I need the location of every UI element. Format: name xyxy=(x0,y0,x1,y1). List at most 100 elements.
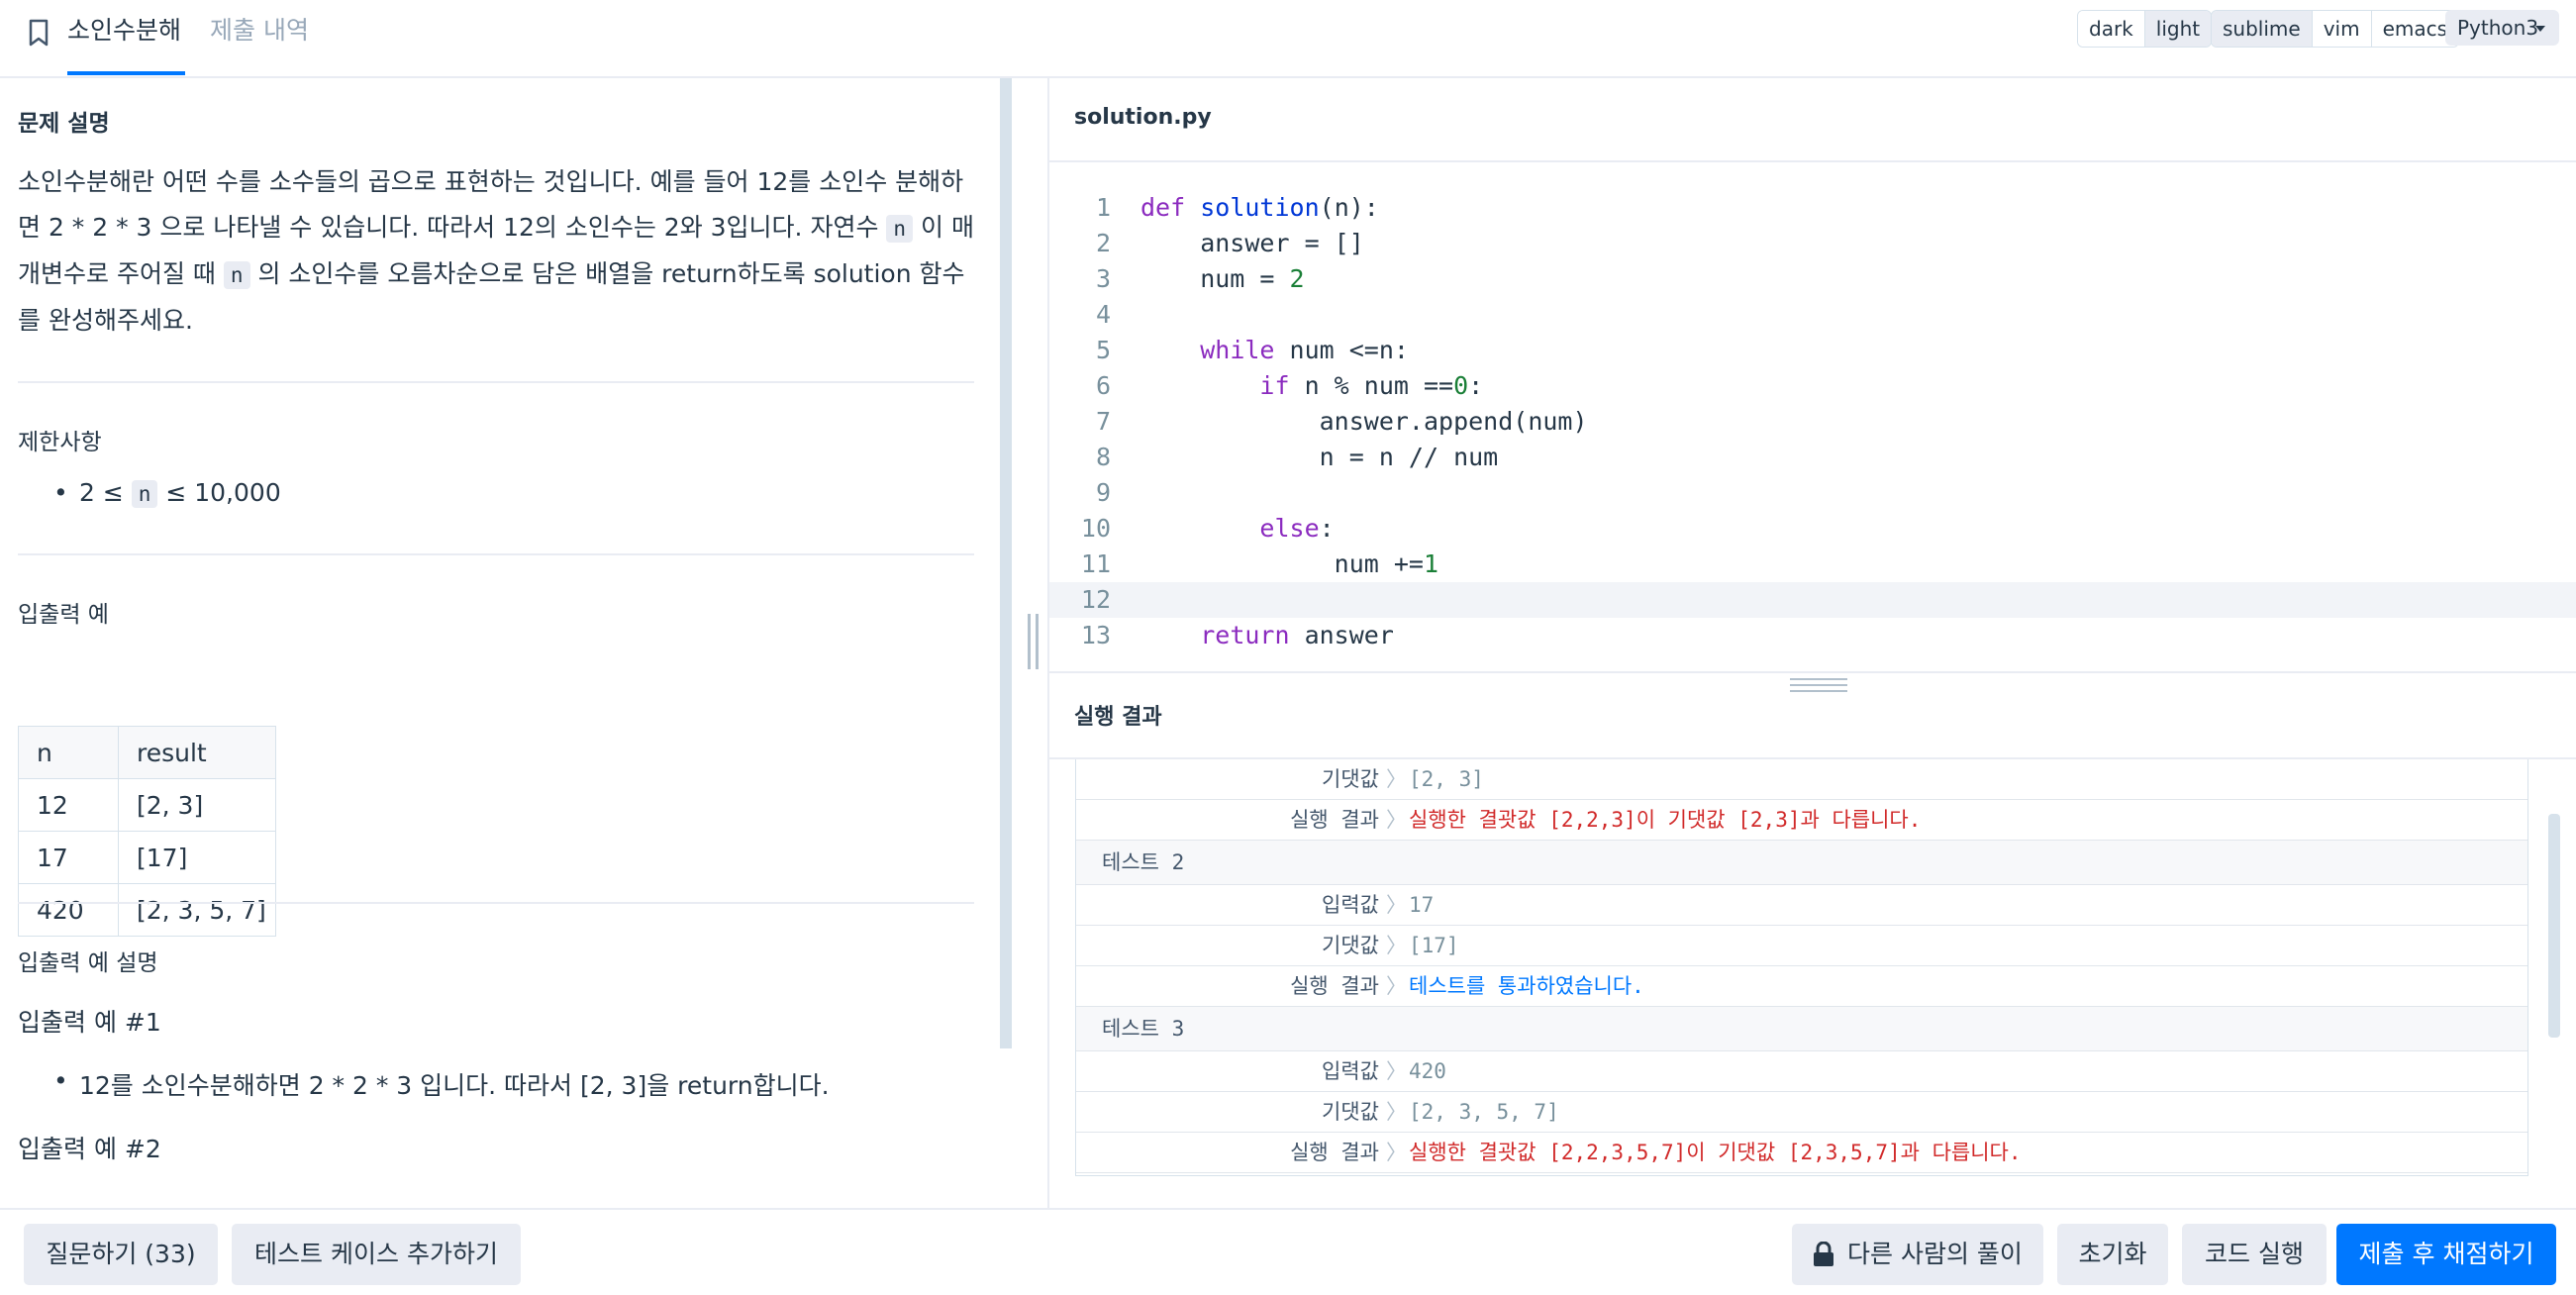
run-code-button[interactable]: 코드 실행 xyxy=(2182,1224,2327,1285)
description-text: 면 2 * 2 * 3 으로 나타낼 수 있습니다. 따라서 12의 소인수는 … xyxy=(18,213,887,242)
editor-result-divider xyxy=(1049,671,2576,673)
example1-heading: 입출력 예 #1 xyxy=(18,1008,161,1037)
code-line-11: num +=1 xyxy=(1140,549,1439,578)
description-line: 를 완성해주세요. xyxy=(18,306,193,335)
io-example-table: n result 12 [2, 3] 17 [17] 420 [2, 3, 5,… xyxy=(18,726,276,937)
table-cell: 12 xyxy=(18,778,119,832)
table-header-row: n result xyxy=(18,726,276,779)
code-line: 8 n = n // num xyxy=(1049,440,2576,475)
result-label: 기댓값 xyxy=(1322,934,1379,957)
result-label: 실행 결과 xyxy=(1290,974,1379,998)
code-line: 9 xyxy=(1095,478,1111,507)
table-header-cell: result xyxy=(118,726,276,779)
code-line-5: while num <=n: xyxy=(1200,336,1409,364)
result-label: 입력값 xyxy=(1322,1059,1379,1083)
code-line: 6 if n % num ==0: xyxy=(1049,368,2576,404)
description-text: 개변수로 주어질 때 xyxy=(18,259,224,288)
others-solution-label: 다른 사람의 풀이 xyxy=(1847,1240,2023,1268)
others-solution-button[interactable]: 다른 사람의 풀이 xyxy=(1792,1224,2043,1285)
description-line: 소인수분해란 어떤 수를 소수들의 곱으로 표현하는 것입니다. 예를 들어 1… xyxy=(18,167,964,196)
section-divider xyxy=(18,902,974,904)
description-text: 의 소인수를 오름차순으로 담은 배열을 return하도록 solution … xyxy=(249,259,965,288)
code-line-3: num = 2 xyxy=(1140,264,1305,293)
lock-icon xyxy=(1814,1242,1833,1266)
table-cell: [17] xyxy=(118,831,276,884)
tab-problem[interactable]: 소인수분해 xyxy=(67,14,185,75)
vertical-resize-handle[interactable] xyxy=(1026,614,1041,669)
code-line-6: if n % num ==0: xyxy=(1259,371,1484,400)
result-value: [2, 3] xyxy=(1409,767,1484,791)
code-line-13: return answer xyxy=(1200,621,1394,649)
code-line: 10 else: xyxy=(1049,511,2576,547)
add-testcase-button[interactable]: 테스트 케이스 추가하기 xyxy=(232,1224,521,1285)
problem-description: 소인수분해란 어떤 수를 소수들의 곱으로 표현하는 것입니다. 예를 들어 1… xyxy=(18,159,988,344)
horizontal-resize-handle[interactable] xyxy=(1790,676,1847,694)
code-line-7: answer.append(num) xyxy=(1140,407,1588,436)
chevron-right-icon: 〉 xyxy=(1386,767,1407,791)
theme-light-button[interactable]: light xyxy=(2144,11,2212,47)
inline-code-n: n xyxy=(223,261,250,289)
language-label: Python3 xyxy=(2457,16,2539,40)
result-value: 17 xyxy=(1409,893,1435,917)
code-line: 4 xyxy=(1095,300,1111,329)
table-cell: 420 xyxy=(18,883,119,937)
problem-scrollbar[interactable] xyxy=(1000,78,1012,1048)
constraint-text: ≤ 10,000 xyxy=(157,478,281,507)
inline-code-n: n xyxy=(131,480,158,508)
theme-toggle: dark light xyxy=(2077,10,2213,48)
test-case-header: 테스트 2 xyxy=(1076,841,2527,885)
example1-bullet: 12를 소인수분해하면 2 * 2 * 3 입니다. 따라서 [2, 3]을 r… xyxy=(53,1066,830,1102)
result-value-fail: 실행한 결괏값 [2,2,3]이 기댓값 [2,3]과 다릅니다. xyxy=(1409,808,1922,832)
theme-dark-button[interactable]: dark xyxy=(2078,11,2145,47)
problem-panel: 문제 설명 소인수분해란 어떤 수를 소수들의 곱으로 표현하는 것입니다. 예… xyxy=(0,78,1000,1208)
table-row: 17 [17] xyxy=(18,831,276,884)
editor-header-border xyxy=(1049,160,2576,162)
table-cell: [2, 3, 5, 7] xyxy=(118,883,276,937)
result-console: 기댓값 〉 [2, 3] 실행 결과 〉 실행한 결괏값 [2,2,3]이 기댓… xyxy=(1075,759,2528,1176)
result-row: 기댓값 〉 [17] xyxy=(1076,926,2527,966)
code-line: 2 answer = [] xyxy=(1049,226,2576,261)
editor-filename: solution.py xyxy=(1074,105,1212,130)
result-row: 실행 결과 〉 테스트를 통과하였습니다. xyxy=(1076,966,2527,1007)
ask-question-button[interactable]: 질문하기 (33) xyxy=(24,1224,218,1285)
tab-submissions[interactable]: 제출 내역 xyxy=(210,14,309,75)
code-editor[interactable]: 1 def solution(n): 2 answer = [] 3 num = … xyxy=(1049,190,2576,671)
section-divider xyxy=(18,553,974,555)
code-line-10: else: xyxy=(1259,514,1335,543)
test-case-header: 테스트 3 xyxy=(1076,1007,2527,1051)
description-line: 면 2 * 2 * 3 으로 나타낼 수 있습니다. 따라서 12의 소인수는 … xyxy=(18,205,988,251)
code-line: 5 while num <=n: xyxy=(1049,333,2576,368)
table-row: 12 [2, 3] xyxy=(18,778,276,832)
submit-button[interactable]: 제출 후 채점하기 xyxy=(2336,1224,2556,1285)
description-text: 이 매 xyxy=(913,213,974,242)
result-scrollbar[interactable] xyxy=(2548,814,2560,1038)
io-heading: 입출력 예 xyxy=(18,602,109,628)
result-row: 실행 결과 〉 실행한 결괏값 [2,2,3,5,7]이 기댓값 [2,3,5,… xyxy=(1076,1133,2527,1173)
keymap-sublime-button[interactable]: sublime xyxy=(2212,11,2313,47)
constraint-item: 2 ≤ n ≤ 10,000 xyxy=(53,478,281,508)
result-label: 기댓값 xyxy=(1322,767,1379,791)
code-line: 13 return answer xyxy=(1049,618,2576,653)
description-line: 개변수로 주어질 때 n 의 소인수를 오름차순으로 담은 배열을 return… xyxy=(18,251,988,298)
code-line-1: def solution(n): xyxy=(1140,193,1379,222)
keymap-vim-button[interactable]: vim xyxy=(2312,11,2372,47)
test-case-title: 테스트 3 xyxy=(1102,1017,1185,1041)
result-label: 실행 결과 xyxy=(1290,1141,1379,1164)
result-row: 입력값 〉 420 xyxy=(1076,1051,2527,1092)
result-label: 실행 결과 xyxy=(1290,808,1379,832)
chevron-right-icon: 〉 xyxy=(1386,974,1407,998)
language-select[interactable]: Python3 xyxy=(2445,10,2559,46)
description-heading: 문제 설명 xyxy=(18,111,110,137)
result-value: [17] xyxy=(1409,934,1459,957)
result-row: 기댓값 〉 [2, 3, 5, 7] xyxy=(1076,1092,2527,1133)
code-line: 1 def solution(n): xyxy=(1049,190,2576,226)
code-line: 11 num +=1 xyxy=(1049,547,2576,582)
result-title: 실행 결과 xyxy=(1074,705,1162,730)
result-value-pass: 테스트를 통과하였습니다. xyxy=(1409,974,1644,998)
table-header-cell: n xyxy=(18,726,119,779)
result-row: 기댓값 〉 [2, 3] xyxy=(1076,759,2527,800)
code-line-8: n = n // num xyxy=(1140,443,1499,471)
example2-heading: 입출력 예 #2 xyxy=(18,1135,161,1163)
reset-button[interactable]: 초기화 xyxy=(2057,1224,2168,1285)
bookmark-icon[interactable] xyxy=(24,18,53,48)
